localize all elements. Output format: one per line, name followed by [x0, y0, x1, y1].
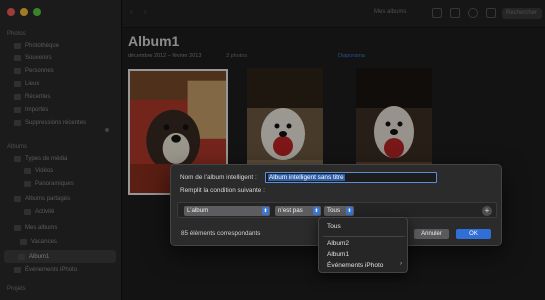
ok-button[interactable]: OK: [456, 229, 491, 239]
album-name-field[interactable]: Album intelligent sans titre: [265, 172, 437, 183]
modal-dim-overlay: [0, 0, 545, 300]
popup-stepper-icon: ⬍: [313, 207, 320, 215]
menu-item-tous[interactable]: Tous: [327, 223, 341, 230]
condition-row: L’album ⬍ n’est pas ⬍ Tous ⬍ +: [177, 202, 497, 218]
condition-label: Remplit la condition suivante :: [180, 187, 265, 194]
album-name-value: Album intelligent sans titre: [268, 174, 345, 181]
menu-separator: [323, 236, 405, 237]
match-count-label: 85 éléments correspondants: [181, 230, 261, 237]
photos-window: Photos Photothèque Souvenirs Personnes L…: [0, 0, 545, 300]
field-popup-value: L’album: [187, 207, 209, 214]
album-name-label: Nom de l’album intelligent :: [180, 174, 257, 181]
menu-item-album1[interactable]: Album1: [327, 251, 349, 258]
value-popup[interactable]: Tous ⬍: [324, 206, 354, 216]
value-popup-value: Tous: [327, 207, 341, 214]
add-condition-button[interactable]: +: [482, 206, 492, 216]
album-value-menu: Tous Album2 Album1 Événements iPhoto ›: [318, 217, 408, 273]
submenu-arrow-icon: ›: [400, 261, 402, 267]
popup-stepper-icon: ⬍: [346, 207, 353, 215]
field-popup[interactable]: L’album ⬍: [184, 206, 270, 216]
popup-stepper-icon: ⬍: [262, 207, 269, 215]
menu-item-album2[interactable]: Album2: [327, 240, 349, 247]
operator-popup-value: n’est pas: [278, 207, 303, 214]
cancel-button[interactable]: Annuler: [414, 229, 449, 239]
menu-item-iphoto-events[interactable]: Événements iPhoto: [327, 262, 383, 269]
operator-popup[interactable]: n’est pas ⬍: [275, 206, 321, 216]
